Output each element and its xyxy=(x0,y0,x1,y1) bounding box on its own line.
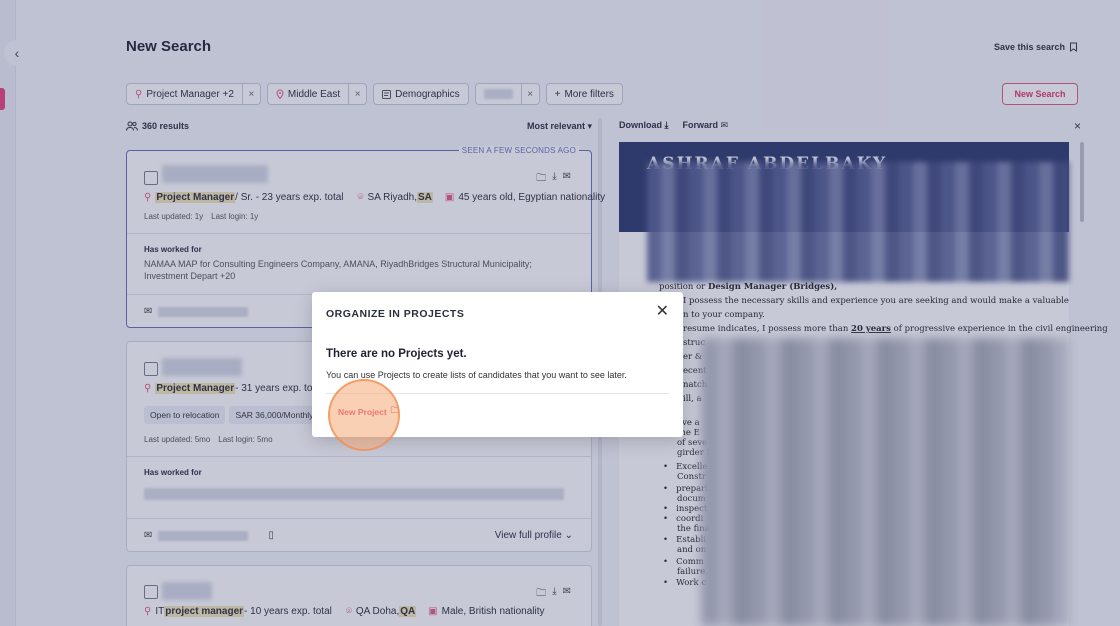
app-root: ‹ New Search Save this search ⚲ Project … xyxy=(0,0,1120,626)
dialog-title: ORGANIZE IN PROJECTS xyxy=(326,308,465,320)
close-icon: ✕ xyxy=(655,303,669,320)
empty-state-heading: There are no Projects yet. xyxy=(326,348,467,360)
new-project-label: New Project xyxy=(338,407,387,417)
folder-icon: 🗀 xyxy=(390,405,400,415)
new-project-button[interactable]: New Project 🗀 xyxy=(330,400,407,424)
empty-state-description: You can use Projects to create lists of … xyxy=(326,370,627,380)
organize-projects-dialog: ORGANIZE IN PROJECTS ✕ There are no Proj… xyxy=(312,292,683,437)
close-dialog-button[interactable]: ✕ xyxy=(656,304,669,320)
dialog-divider xyxy=(326,393,669,394)
